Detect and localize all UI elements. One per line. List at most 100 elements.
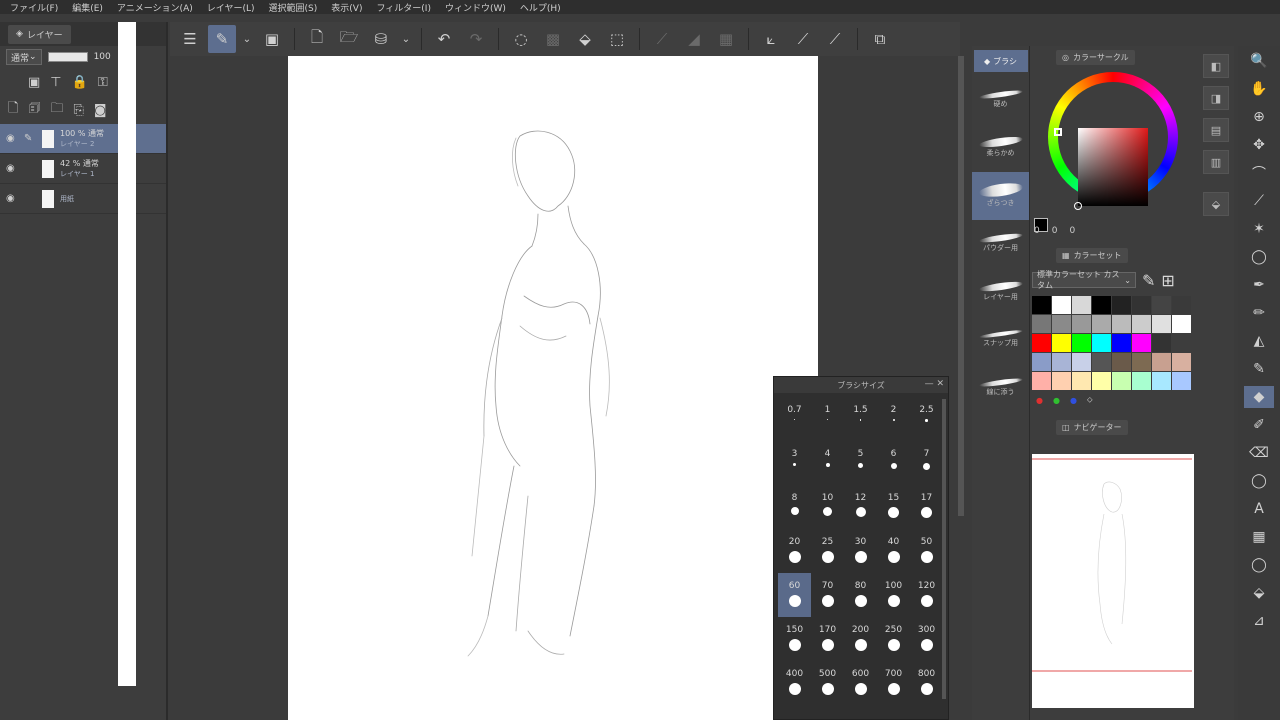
brush-preset[interactable]: レイヤー用 — [972, 268, 1029, 316]
eyedropper-icon[interactable]: ⟋ — [1244, 190, 1274, 212]
brush-size-option[interactable]: 70 — [811, 573, 844, 617]
color-swatch[interactable] — [1172, 334, 1191, 352]
frame-icon[interactable]: ▦ — [1244, 526, 1274, 548]
color-swatch[interactable] — [1072, 296, 1091, 314]
swatch-tool-icon[interactable]: ⬦ — [1087, 395, 1093, 405]
canvas-paper[interactable] — [288, 56, 818, 720]
brush-size-option[interactable]: 0.7 — [778, 397, 811, 441]
menu-layer[interactable]: レイヤー(L) — [207, 1, 255, 14]
brush-size-option[interactable]: 120 — [910, 573, 943, 617]
brush-size-option[interactable]: 2.5 — [910, 397, 943, 441]
brush-stroke-icon[interactable]: ⟋ — [789, 25, 817, 53]
menu-window[interactable]: ウィンドウ(W) — [445, 1, 506, 14]
new-file-icon[interactable]: 🗋 — [303, 25, 331, 53]
color-swatch[interactable] — [1092, 315, 1111, 333]
decoration-icon[interactable]: ✐ — [1244, 414, 1274, 436]
pencil-icon[interactable]: ✏ — [1244, 302, 1274, 324]
color-swatch[interactable] — [1152, 372, 1171, 390]
color-wheel-tab[interactable]: ◎ カラーサークル — [1056, 49, 1135, 65]
canvas-vertical-scrollbar[interactable] — [958, 56, 964, 516]
layer-row-2[interactable]: ◉ ✎ 100 % 通常 レイヤー 2 — [0, 124, 166, 154]
ink-icon[interactable]: ✎ — [1244, 358, 1274, 380]
pen-icon[interactable]: ✒ — [1244, 274, 1274, 296]
fill-tool-icon[interactable]: ⬙ — [1244, 582, 1274, 604]
color-swatch[interactable] — [1152, 334, 1171, 352]
color-swatch[interactable] — [1072, 315, 1091, 333]
new-raster-layer-icon[interactable]: 🗋 — [8, 99, 18, 121]
clear-icon[interactable]: ▩ — [539, 25, 567, 53]
clip-studio-icon[interactable]: ▣ — [258, 25, 286, 53]
color-swatch[interactable] — [1132, 353, 1151, 371]
color-set-select[interactable]: 標準カラーセット カスタム ⌄ — [1032, 270, 1136, 290]
color-set-tab[interactable]: ▦ カラーセット — [1056, 247, 1128, 263]
new-folder-icon[interactable]: 🗀 — [51, 99, 64, 121]
brush-size-option[interactable]: 100 — [877, 573, 910, 617]
brush-size-option[interactable]: 300 — [910, 617, 943, 661]
brush-size-option[interactable]: 25 — [811, 529, 844, 573]
brush-size-option[interactable]: 15 — [877, 485, 910, 529]
brush-size-option[interactable]: 40 — [877, 529, 910, 573]
eyedropper-icon[interactable]: ✎ — [1142, 271, 1155, 290]
menu-view[interactable]: 表示(V) — [331, 1, 362, 14]
clip-icon[interactable]: ⧉ — [866, 25, 894, 53]
b-value[interactable]: 0 — [1069, 226, 1075, 236]
color-swatch[interactable] — [1172, 315, 1191, 333]
brush-size-option[interactable]: 150 — [778, 617, 811, 661]
brush-preset-selected[interactable]: ざらつき — [972, 172, 1029, 220]
menu-edit[interactable]: 編集(E) — [72, 1, 103, 14]
reference-layer-icon[interactable]: ⊤ — [50, 75, 61, 90]
color-swatch[interactable] — [1112, 372, 1131, 390]
color-swatch[interactable] — [1032, 315, 1051, 333]
move-icon[interactable]: ✥ — [1244, 134, 1274, 156]
snap-icon[interactable]: ⟋ — [648, 25, 676, 53]
color-swatch[interactable] — [1092, 353, 1111, 371]
zoom-icon[interactable]: 🔍 — [1244, 50, 1274, 72]
layer-row-paper[interactable]: ◉ 用紙 — [0, 22, 166, 686]
blend-icon[interactable]: ◯ — [1244, 470, 1274, 492]
brush-size-option[interactable]: 80 — [844, 573, 877, 617]
color-swatch[interactable] — [1052, 372, 1071, 390]
brush-size-scrollbar[interactable] — [942, 399, 946, 699]
color-swatch[interactable] — [1112, 315, 1131, 333]
brush-size-option[interactable]: 12 — [844, 485, 877, 529]
sv-marker[interactable] — [1074, 202, 1082, 210]
color-swatch[interactable] — [1092, 296, 1111, 314]
color-swatch[interactable] — [1112, 334, 1131, 352]
blend-mode-select[interactable]: 通常 ⌄ — [6, 49, 42, 65]
brush-size-option[interactable]: 20 — [778, 529, 811, 573]
menu-help[interactable]: ヘルプ(H) — [520, 1, 561, 14]
color-swatch[interactable] — [1052, 315, 1071, 333]
brush-icon[interactable]: ◭ — [1244, 330, 1274, 352]
snap-grid-icon[interactable]: ▦ — [712, 25, 740, 53]
brush-preset[interactable]: 柔らかめ — [972, 124, 1029, 172]
brush-preset[interactable]: パウダー用 — [972, 220, 1029, 268]
hand-icon[interactable]: ✋ — [1244, 78, 1274, 100]
blue-dot-icon[interactable]: ● — [1070, 396, 1077, 405]
brush-size-option[interactable]: 10 — [811, 485, 844, 529]
red-dot-icon[interactable]: ● — [1036, 396, 1043, 405]
menu-file[interactable]: ファイル(F) — [10, 1, 58, 14]
color-swatch[interactable] — [1132, 372, 1151, 390]
brush-size-option[interactable]: 8 — [778, 485, 811, 529]
color-swatch[interactable] — [1152, 315, 1171, 333]
color-swatch[interactable] — [1092, 334, 1111, 352]
brush-size-option[interactable]: 400 — [778, 661, 811, 705]
lock-transparency-icon[interactable]: ⚿ — [98, 75, 108, 90]
redo-icon[interactable]: ↷ — [462, 25, 490, 53]
lock-icon[interactable]: 🔒 — [72, 75, 88, 90]
operation-icon[interactable]: ⊕ — [1244, 106, 1274, 128]
brush-size-option[interactable]: 4 — [811, 441, 844, 485]
saturation-value-square[interactable] — [1078, 128, 1148, 206]
brush-size-option[interactable]: 800 — [910, 661, 943, 705]
color-swatch[interactable] — [1032, 353, 1051, 371]
minimize-close-icon[interactable]: — ✕ — [925, 379, 944, 389]
brush-preset[interactable]: 線に添う — [972, 364, 1029, 412]
save-icon[interactable]: ⛁ — [367, 25, 395, 53]
opacity-slider[interactable] — [47, 52, 88, 62]
color-swatch[interactable] — [1172, 372, 1191, 390]
brush-size-option[interactable]: 17 — [910, 485, 943, 529]
brush-size-option[interactable]: 250 — [877, 617, 910, 661]
fill-icon[interactable]: ⬙ — [571, 25, 599, 53]
brush-size-option[interactable]: 50 — [910, 529, 943, 573]
brush-size-option[interactable]: 7 — [910, 441, 943, 485]
